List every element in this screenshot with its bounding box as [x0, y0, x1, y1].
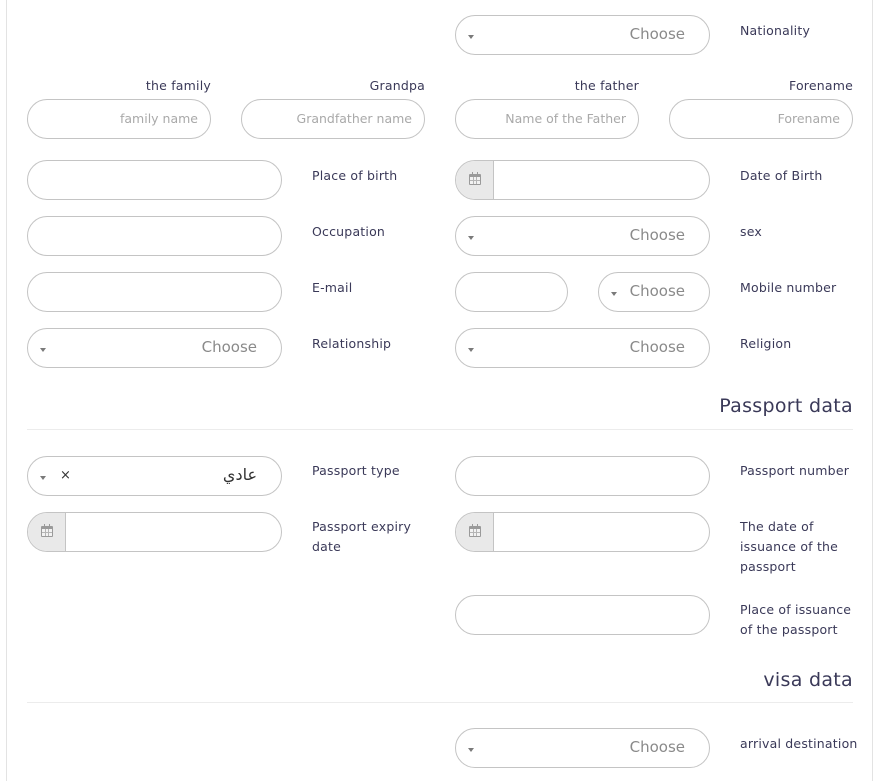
passport-issue-place-label: Place of issuance of the passport — [740, 600, 851, 640]
forename-input[interactable]: Forename — [669, 99, 853, 139]
chevron-down-icon — [468, 748, 474, 752]
relationship-label: Relationship — [312, 336, 392, 351]
calendar-icon — [41, 524, 53, 537]
place-of-birth-input[interactable] — [27, 160, 282, 200]
passport-issue-date-label: The date of issuance of the passport — [740, 517, 838, 577]
chevron-down-icon — [468, 236, 474, 240]
passport-issue-place-input[interactable] — [455, 595, 710, 635]
relationship-select[interactable]: Choose — [27, 328, 282, 368]
chevron-down-icon — [40, 348, 46, 352]
chevron-down-icon — [40, 476, 46, 480]
passport-issue-calendar-button[interactable] — [456, 513, 494, 551]
mobile-number-input[interactable] — [455, 272, 568, 312]
forename-placeholder: Forename — [777, 111, 840, 126]
arrival-destination-label: arrival destination — [740, 736, 858, 751]
relationship-value: Choose — [201, 338, 257, 356]
passport-type-label: Passport type — [312, 463, 400, 478]
sex-select[interactable]: Choose — [455, 216, 710, 256]
forename-label: Forename — [789, 78, 853, 93]
sex-label: sex — [740, 224, 762, 239]
grandpa-label: Grandpa — [369, 78, 425, 93]
passport-divider — [27, 429, 853, 430]
grandfather-name-input[interactable]: Grandfather name — [241, 99, 425, 139]
grandfather-name-placeholder: Grandfather name — [296, 111, 412, 126]
sex-value: Choose — [629, 226, 685, 244]
arrival-destination-value: Choose — [629, 738, 685, 756]
passport-issue-date-input[interactable] — [455, 512, 710, 552]
visa-section-title: visa data — [763, 669, 853, 691]
passport-issue-date-label-line3: passport — [740, 559, 796, 574]
chevron-down-icon — [611, 292, 617, 296]
date-of-birth-label: Date of Birth — [740, 168, 823, 183]
nationality-select[interactable]: Choose — [455, 15, 710, 55]
chevron-down-icon — [468, 35, 474, 39]
religion-value: Choose — [629, 338, 685, 356]
passport-type-select[interactable]: × عادي — [27, 456, 282, 496]
passport-expiry-label-line2: date — [312, 539, 341, 554]
passport-expiry-calendar-button[interactable] — [28, 513, 66, 551]
email-input[interactable] — [27, 272, 282, 312]
calendar-icon — [469, 524, 481, 537]
passport-number-input[interactable] — [455, 456, 710, 496]
passport-section-title: Passport data — [719, 395, 853, 417]
mobile-number-label: Mobile number — [740, 280, 837, 295]
passport-number-label: Passport number — [740, 463, 850, 478]
family-label: the family — [145, 78, 211, 93]
passport-issue-place-label-line2: of the passport — [740, 622, 838, 637]
passport-expiry-label-line1: Passport expiry — [312, 519, 412, 534]
religion-label: Religion — [740, 336, 792, 351]
passport-expiry-date-input[interactable] — [27, 512, 282, 552]
occupation-label: Occupation — [312, 224, 386, 239]
chevron-down-icon — [468, 348, 474, 352]
passport-expiry-label: Passport expiry date — [312, 517, 411, 557]
place-of-birth-label: Place of birth — [312, 168, 398, 183]
date-of-birth-calendar-button[interactable] — [456, 161, 494, 199]
father-name-placeholder: Name of the Father — [505, 111, 626, 126]
father-label: the father — [574, 78, 639, 93]
family-name-input[interactable]: family name — [27, 99, 211, 139]
email-label: E-mail — [312, 280, 353, 295]
nationality-label: Nationality — [740, 23, 811, 38]
father-name-input[interactable]: Name of the Father — [455, 99, 639, 139]
occupation-input[interactable] — [27, 216, 282, 256]
date-of-birth-input[interactable] — [455, 160, 710, 200]
mobile-code-select[interactable]: Choose — [598, 272, 710, 312]
family-name-placeholder: family name — [119, 111, 198, 126]
nationality-value: Choose — [629, 25, 685, 43]
clear-icon[interactable]: × — [60, 457, 71, 495]
arrival-destination-select[interactable]: Choose — [455, 728, 710, 768]
mobile-code-value: Choose — [629, 282, 685, 300]
passport-issue-date-label-line2: issuance of the — [740, 539, 839, 554]
calendar-icon — [469, 172, 481, 185]
religion-select[interactable]: Choose — [455, 328, 710, 368]
passport-type-value: عادي — [222, 465, 257, 484]
passport-issue-place-label-line1: Place of issuance — [740, 602, 852, 617]
visa-divider — [27, 702, 853, 703]
passport-issue-date-label-line1: The date of — [740, 519, 814, 534]
